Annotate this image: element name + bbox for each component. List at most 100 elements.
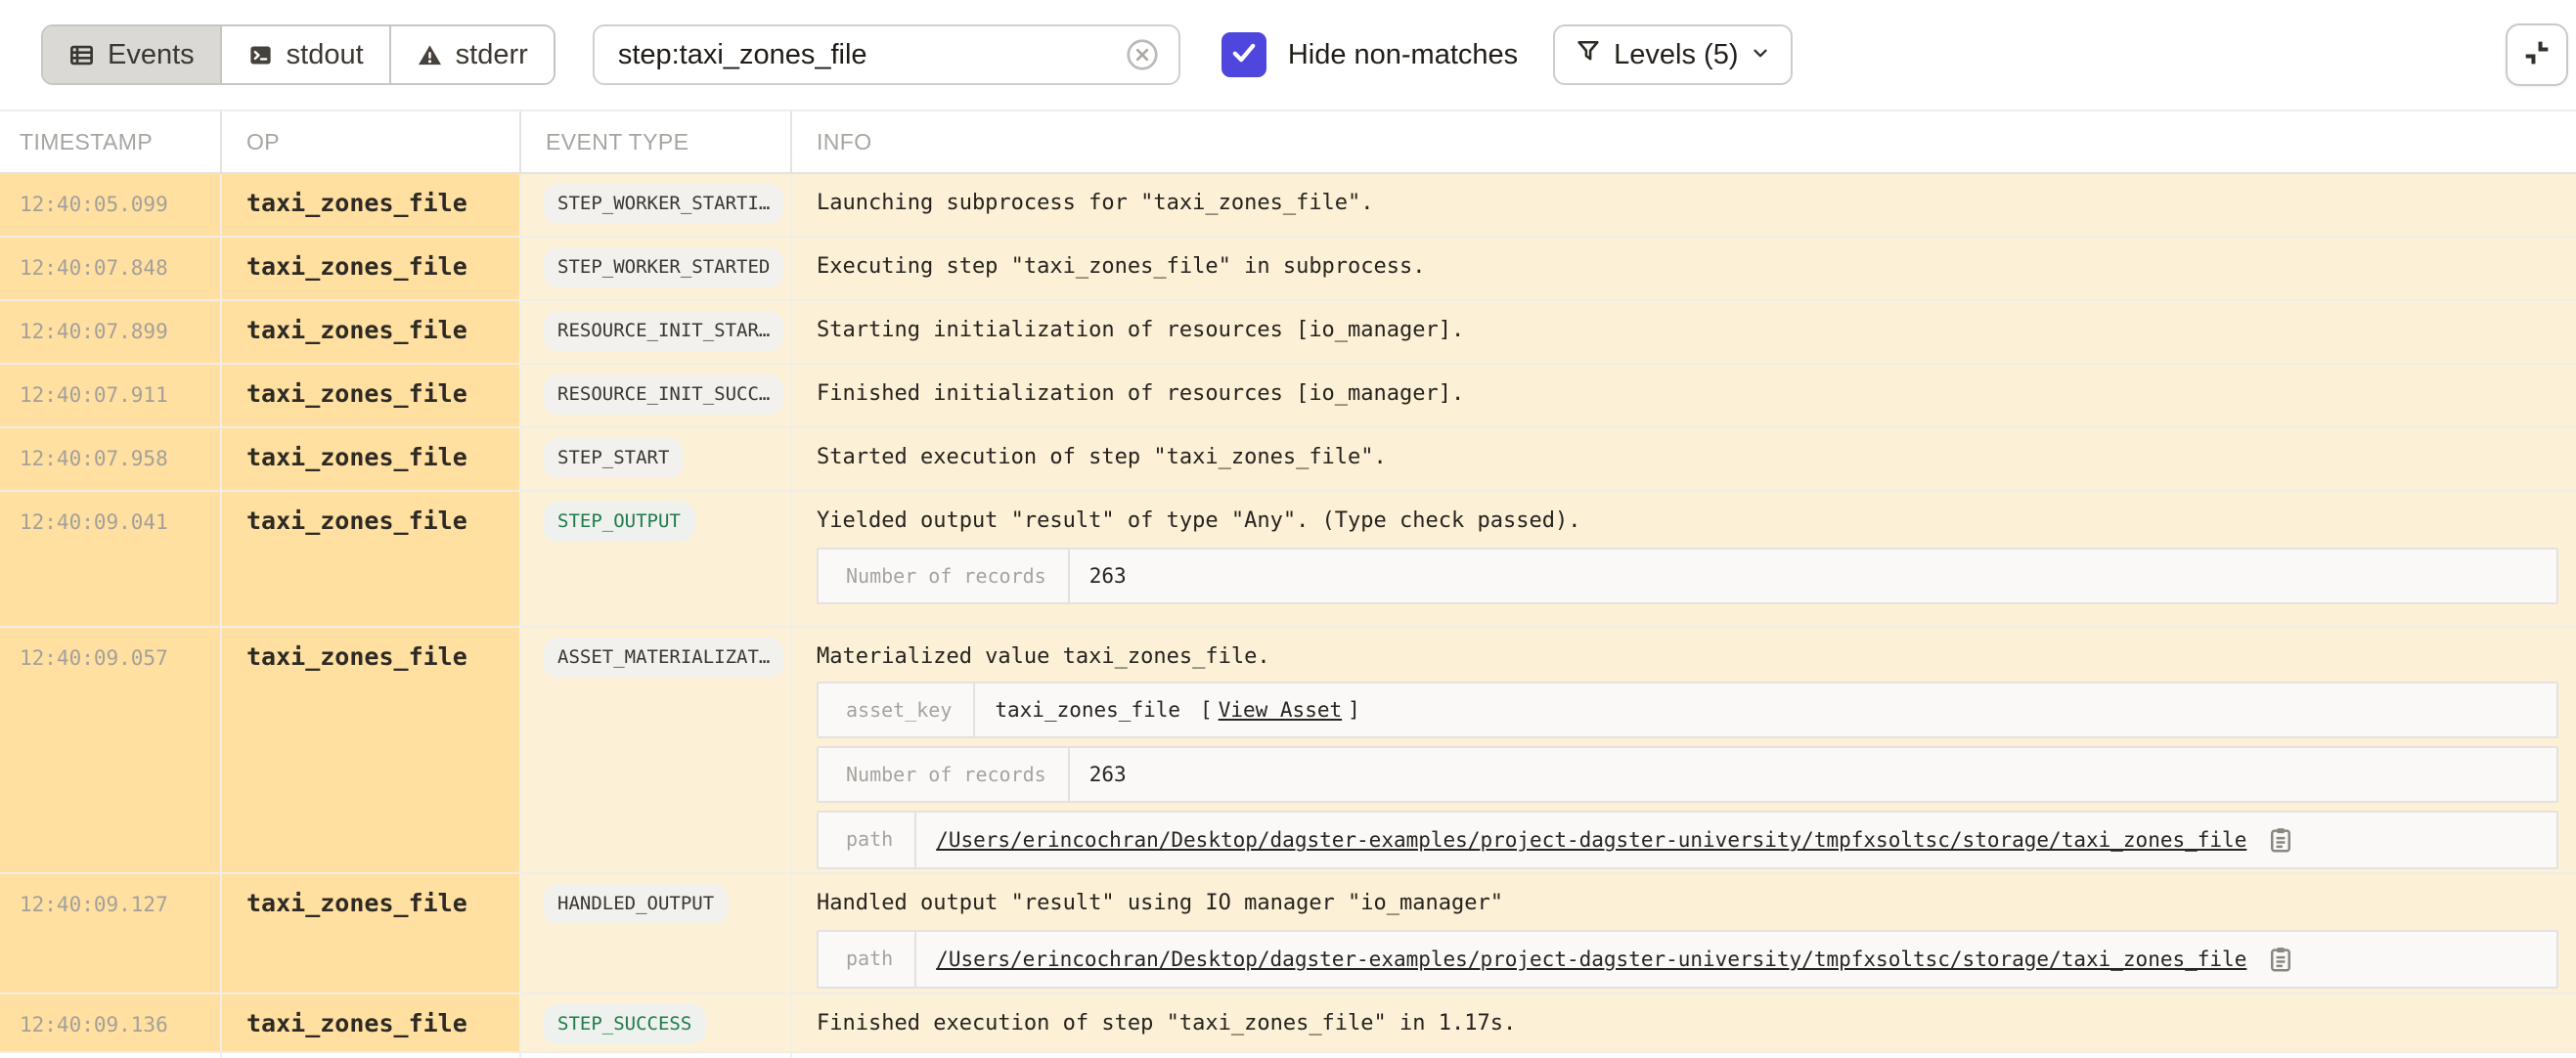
tab-events-label: Events [108,39,195,71]
timestamp-cell: 12:40:09.041 [0,492,222,626]
metadata-label: asset_key [819,683,975,736]
event-type-cell [521,1053,792,1058]
event-type-tag: RESOURCE_INIT_STAR… [543,311,784,351]
metadata-table: Number of records 263 [817,548,2558,604]
info-cell: Started execution of step "taxi_zones_fi… [792,428,2576,490]
op-cell: taxi_zones_file [222,874,521,992]
event-type-tag: STEP_SUCCESS [543,1004,706,1044]
op-cell: taxi_zones_file [222,628,521,872]
collapse-panel-button[interactable] [2506,23,2568,86]
metadata-label: Number of records [819,748,1070,801]
terminal-icon [247,42,274,68]
hide-non-matches-checkbox[interactable] [1221,32,1266,77]
log-view-tabs: Events stdout stderr [41,24,555,85]
info-message: Handled output "result" using IO manager… [817,889,2558,918]
path-link[interactable]: /Users/erincochran/Desktop/dagster-examp… [936,826,2246,854]
event-type-tag: STEP_WORKER_STARTI… [543,184,784,224]
event-type-cell: STEP_WORKER_STARTI… [521,174,792,236]
table-row[interactable]: 12:40:07.911 taxi_zones_file RESOURCE_IN… [0,365,2576,428]
tab-stdout[interactable]: stdout [220,26,389,83]
op-cell [222,1053,521,1058]
log-toolbar: Events stdout stderr Hide non-matches [0,0,2576,110]
warning-triangle-icon [417,42,443,68]
timestamp-cell: 12:40:07.958 [0,428,222,490]
metadata-table: path /Users/erincochran/Desktop/dagster-… [817,930,2558,989]
table-row[interactable]: 12:40:07.899 taxi_zones_file RESOURCE_IN… [0,301,2576,365]
event-type-cell: RESOURCE_INIT_STAR… [521,301,792,363]
clear-search-icon[interactable] [1124,36,1161,73]
info-cell: Executing step "taxi_zones_file" in subp… [792,238,2576,299]
bracket-close: ] [1348,696,1360,724]
table-row-partial [0,1053,2576,1058]
event-type-cell: HANDLED_OUTPUT [521,874,792,992]
tab-events[interactable]: Events [43,26,220,83]
bracket-open: [ [1200,696,1213,724]
metadata-table: Number of records 263 [817,746,2558,803]
table-row[interactable]: 12:40:09.136 taxi_zones_file STEP_SUCCES… [0,994,2576,1053]
metadata-value: /Users/erincochran/Desktop/dagster-examp… [916,813,2556,867]
hide-non-matches-label: Hide non-matches [1288,39,1518,71]
clipboard-icon[interactable] [2266,945,2295,974]
info-cell: Finished initialization of resources [io… [792,365,2576,426]
log-filter-input[interactable] [618,39,1124,71]
event-type-cell: ASSET_MATERIALIZAT… [521,628,792,872]
event-type-cell: STEP_SUCCESS [521,994,792,1051]
info-cell [792,1053,2576,1058]
column-header-info: INFO [792,111,2576,172]
table-row[interactable]: 12:40:09.057 taxi_zones_file ASSET_MATER… [0,628,2576,874]
op-cell: taxi_zones_file [222,238,521,299]
table-list-icon [68,42,95,68]
timestamp-cell: 12:40:07.848 [0,238,222,299]
table-row[interactable]: 12:40:07.848 taxi_zones_file STEP_WORKER… [0,238,2576,301]
info-cell: Finished execution of step "taxi_zones_f… [792,994,2576,1051]
timestamp-cell [0,1053,222,1058]
metadata-value: /Users/erincochran/Desktop/dagster-examp… [916,932,2556,987]
info-cell: Starting initialization of resources [io… [792,301,2576,363]
timestamp-cell: 12:40:07.911 [0,365,222,426]
timestamp-cell: 12:40:09.127 [0,874,222,992]
table-row[interactable]: 12:40:09.127 taxi_zones_file HANDLED_OUT… [0,874,2576,994]
timestamp-cell: 12:40:09.136 [0,994,222,1051]
view-asset-link[interactable]: View Asset [1219,696,1342,724]
info-cell: Yielded output "result" of type "Any". (… [792,492,2576,626]
info-cell: Handled output "result" using IO manager… [792,874,2576,992]
timestamp-cell: 12:40:09.057 [0,628,222,872]
table-row[interactable]: 12:40:09.041 taxi_zones_file STEP_OUTPUT… [0,492,2576,628]
table-row[interactable]: 12:40:07.958 taxi_zones_file STEP_START … [0,428,2576,492]
metadata-table: path /Users/erincochran/Desktop/dagster-… [817,811,2558,869]
event-type-tag: ASSET_MATERIALIZAT… [543,638,784,678]
op-cell: taxi_zones_file [222,492,521,626]
op-cell: taxi_zones_file [222,174,521,236]
op-cell: taxi_zones_file [222,365,521,426]
levels-filter-button[interactable]: Levels (5) [1553,24,1793,85]
tab-stdout-label: stdout [287,39,364,71]
info-cell: Materialized value taxi_zones_file. asse… [792,628,2576,872]
tab-stderr[interactable]: stderr [389,26,554,83]
op-cell: taxi_zones_file [222,301,521,363]
column-header-timestamp: TIMESTAMP [0,111,222,172]
timestamp-cell: 12:40:07.899 [0,301,222,363]
event-type-tag: STEP_START [543,438,684,478]
event-type-tag: RESOURCE_INIT_SUCC… [543,375,784,415]
column-header-op: OP [222,111,521,172]
metadata-label: Number of records [819,550,1070,602]
event-type-cell: RESOURCE_INIT_SUCC… [521,365,792,426]
timestamp-cell: 12:40:05.099 [0,174,222,236]
event-type-tag: HANDLED_OUTPUT [543,884,729,924]
metadata-label: path [819,932,916,987]
op-cell: taxi_zones_file [222,994,521,1051]
column-header-event-type: EVENT TYPE [521,111,792,172]
info-message: Executing step "taxi_zones_file" in subp… [817,252,2558,282]
levels-filter-label: Levels (5) [1614,39,1738,71]
clipboard-icon[interactable] [2266,825,2295,855]
table-row[interactable]: 12:40:05.099 taxi_zones_file STEP_WORKER… [0,174,2576,238]
info-message: Starting initialization of resources [io… [817,316,2558,345]
info-message: Launching subprocess for "taxi_zones_fil… [817,189,2558,218]
event-type-tag: STEP_OUTPUT [543,502,695,542]
op-cell: taxi_zones_file [222,428,521,490]
info-message: Yielded output "result" of type "Any". (… [817,507,2558,536]
path-link[interactable]: /Users/erincochran/Desktop/dagster-examp… [936,946,2246,973]
hide-non-matches-control: Hide non-matches [1221,32,1518,77]
info-message: Finished execution of step "taxi_zones_f… [817,1009,2558,1038]
asset-key-value: taxi_zones_file [995,696,1180,724]
